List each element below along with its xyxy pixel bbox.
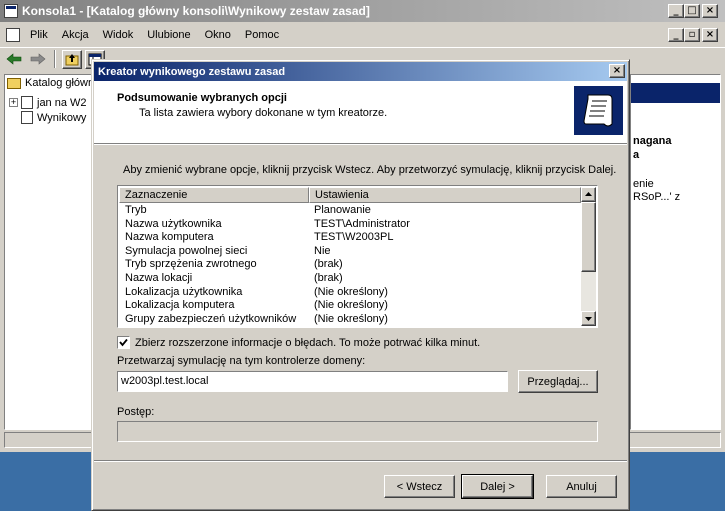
mdi-minimize-button[interactable]: _ [668,28,684,42]
list-item[interactable]: Grupy zabezpieczeń użytkowników (Nie okre… [119,313,581,327]
summary-list[interactable]: Zaznaczenie Ustawienia Tryb Planowanie Na… [117,185,598,328]
list-body: Tryb Planowanie Nazwa użytkownika TEST\Adm… [119,204,581,326]
scroll-down-button[interactable] [581,311,596,326]
menu-ulubione[interactable]: Ulubione [140,29,197,41]
header-separator [94,143,627,145]
footer-separator [94,460,627,462]
menu-widok[interactable]: Widok [96,29,141,41]
result-pane-header [631,83,720,103]
tree-root[interactable]: Katalog główny [7,77,100,89]
scroll-thumb[interactable] [581,202,596,272]
menu-akcja[interactable]: Akcja [55,29,96,41]
result-pane: nagana a enie RSoP...' z [630,74,721,430]
cancel-button[interactable]: Anuluj [546,475,617,498]
result-text-3: enie [633,178,654,190]
mmc-title-bar[interactable]: Konsola1 - [Katalog główny konsoli\Wynik… [0,0,725,22]
tree-pane: Katalog główny + jan na W2 Wynikowy [4,74,100,430]
column-header-zaznaczenie[interactable]: Zaznaczenie [119,187,309,203]
instructions-text: Aby zmienić wybrane opcje, kliknij przyc… [123,164,617,176]
wizard-close-button[interactable]: × [609,64,625,78]
progress-bar [117,421,598,442]
wizard-header: Podsumowanie wybranych opcji Ta lista za… [94,81,627,143]
list-header: Zaznaczenie Ustawienia [119,187,581,203]
header-subtitle: Ta lista zawiera wybory dokonane w tym k… [139,107,388,119]
minimize-button[interactable]: _ [668,4,684,18]
wizard-title: Kreator wynikowego zestawu zasad [98,65,286,78]
result-text-4: RSoP...' z [633,191,681,203]
menu-okno[interactable]: Okno [198,29,238,41]
rsop-icon [21,96,33,109]
extended-errors-checkbox[interactable] [117,336,130,349]
expand-plus-icon[interactable]: + [9,98,18,107]
next-button[interactable]: Dalej > [461,474,534,499]
mdi-close-button[interactable]: × [702,28,718,42]
list-item[interactable]: Nazwa użytkownika TEST\Administrator [119,218,581,232]
domain-controller-label: Przetwarzaj symulację na tym kontrolerze… [117,355,366,367]
mdi-restore-button[interactable]: ▫ [684,28,700,42]
list-item[interactable]: Lokalizacja użytkownika (Nie określony) [119,286,581,300]
domain-controller-field[interactable]: w2003pl.test.local [117,371,508,392]
forward-arrow-icon[interactable] [30,53,46,65]
back-arrow-icon[interactable] [6,53,22,65]
folder-icon [7,77,21,89]
console-icon [4,4,18,18]
menu-bar: Plik Akcja Widok Ulubione Okno Pomoc [0,24,725,46]
menu-pomoc[interactable]: Pomoc [238,29,286,41]
toolbar-separator [54,50,56,68]
list-item[interactable]: Tryb sprzężenia zwrotnego (brak) [119,258,581,272]
back-button[interactable]: < Wstecz [384,475,455,498]
mmc-title: Konsola1 - [Katalog główny konsoli\Wynik… [22,4,370,18]
header-title: Podsumowanie wybranych opcji [117,92,287,104]
column-header-ustawienia[interactable]: Ustawienia [309,187,581,203]
extended-errors-label: Zbierz rozszerzone informacje o błędach.… [135,336,481,349]
list-item[interactable]: Symulacja powolnej sieci Nie [119,245,581,259]
close-button[interactable]: × [702,4,718,18]
scroll-document-icon [574,86,623,135]
list-item[interactable]: Tryb Planowanie [119,204,581,218]
list-item[interactable]: Nazwa komputera TEST\W2003PL [119,231,581,245]
wizard-title-bar[interactable]: Kreator wynikowego zestawu zasad [94,62,627,81]
menu-plik[interactable]: Plik [23,29,55,41]
scroll-up-button[interactable] [581,187,596,202]
result-text-1: nagana [633,135,672,147]
mdi-console-icon [6,28,20,42]
up-one-level-icon[interactable] [62,50,82,69]
tree-item-jan[interactable]: + jan na W2 [9,96,87,109]
progress-label: Postęp: [117,406,155,418]
browse-button[interactable]: Przeglądaj... [518,370,598,393]
maximize-button[interactable]: □ [684,4,700,18]
rsop-icon [21,111,33,124]
tree-item-wynikowy[interactable]: Wynikowy [21,111,86,124]
list-item[interactable]: Lokalizacja komputera (Nie określony) [119,299,581,313]
result-text-2: a [633,149,640,161]
wizard-dialog: Kreator wynikowego zestawu zasad × Podsu… [91,59,630,511]
extended-errors-option[interactable]: Zbierz rozszerzone informacje o błędach.… [117,336,480,349]
list-scrollbar[interactable] [581,187,596,326]
list-item[interactable]: Nazwa lokacji (brak) [119,272,581,286]
checkmark-icon [119,338,128,347]
